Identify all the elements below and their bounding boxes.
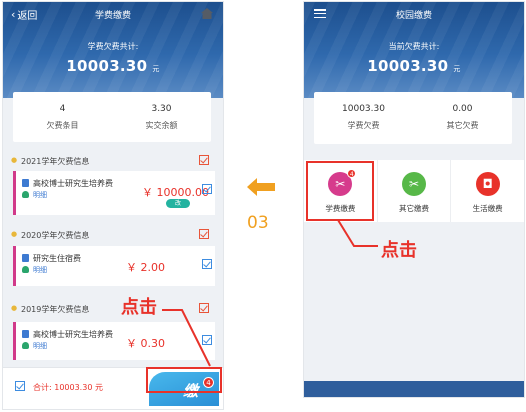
owed-amount: 10003.30 元 <box>3 57 223 75</box>
fee-amount: ￥ 2.00 <box>126 261 165 274</box>
tile-label: 生活缴费 <box>472 204 503 213</box>
fee-checkbox[interactable] <box>202 259 212 269</box>
summary-card: 10003.30 学费欠费 0.00 其它欠费 <box>314 92 512 144</box>
summary-item: 10003.30 学费欠费 <box>314 92 413 144</box>
home-icon[interactable] <box>200 7 214 20</box>
fee-name: 高校博士研究生培养费 <box>33 179 113 188</box>
bulb-icon: ● <box>11 304 18 312</box>
detail-link[interactable]: 明细 <box>33 341 47 351</box>
other-payment-tile[interactable]: ✂ 其它缴费 <box>378 160 452 222</box>
owed-amount: 10003.30 元 <box>304 57 524 75</box>
summary-item: 3.30 实交余额 <box>112 92 211 142</box>
edit-badge[interactable]: 改 <box>166 199 190 208</box>
select-all-checkbox[interactable] <box>15 381 25 391</box>
annotation-arrow <box>337 220 378 247</box>
summary-value: 10003.30 <box>342 104 385 114</box>
page-title: 学费缴费 <box>94 11 131 21</box>
select-year-checkbox[interactable] <box>199 229 209 239</box>
person-icon <box>22 266 29 273</box>
summary-label: 其它欠费 <box>446 121 479 130</box>
year-header: ● 2020学年欠费信息 <box>3 226 223 244</box>
bulb-icon: ● <box>11 230 18 238</box>
summary-card: 4 欠费条目 3.30 实交余额 <box>13 92 211 142</box>
fee-amount: ￥ 10000.00 <box>142 186 209 199</box>
owed-unit: 元 <box>453 65 461 73</box>
click-annotation: 点击 <box>121 297 157 318</box>
summary-item: 4 欠费条目 <box>13 92 112 142</box>
footer-strip <box>304 381 524 397</box>
year-title: 2020学年欠费信息 <box>21 231 90 240</box>
summary-label: 学费欠费 <box>347 121 380 130</box>
highlight-frame <box>146 367 222 393</box>
page-title: 校园缴费 <box>395 11 432 21</box>
summary-label: 实交余额 <box>145 121 178 130</box>
document-icon <box>22 330 29 338</box>
owed-label: 学费欠费共计: <box>87 42 139 51</box>
year-header: ● 2021学年欠费信息 <box>3 152 223 170</box>
step-number: 03 <box>247 213 269 233</box>
fee-item: 研究生住宿费 明细 ￥ 2.00 <box>13 246 215 286</box>
owed-label: 当前欠费共计: <box>388 42 440 51</box>
fee-name: 高校博士研究生培养费 <box>33 330 113 339</box>
summary-item: 0.00 其它欠费 <box>413 92 512 144</box>
highlight-frame <box>306 161 374 221</box>
top-bar: 校园缴费 <box>304 2 524 26</box>
owed-unit: 元 <box>152 65 160 73</box>
fee-item: 高校博士研究生培养费 明细 ￥ 10000.00 改 <box>13 171 215 215</box>
year-title: 2021学年欠费信息 <box>21 157 90 166</box>
summary-value: 0.00 <box>452 104 473 114</box>
detail-link[interactable]: 明细 <box>33 190 47 200</box>
scissors-icon: ✂ <box>402 172 426 196</box>
person-icon <box>22 191 29 198</box>
living-payment-tile[interactable]: ◘ 生活缴费 <box>451 160 524 222</box>
click-annotation: 点击 <box>381 240 417 261</box>
fee-name: 研究生住宿费 <box>33 254 81 263</box>
fee-checkbox[interactable] <box>202 184 212 194</box>
top-bar: ‹ 返回 学费缴费 <box>3 2 223 26</box>
document-icon <box>22 254 29 262</box>
select-year-checkbox[interactable] <box>199 155 209 165</box>
summary-value: 4 <box>59 104 66 114</box>
person-icon <box>22 342 29 349</box>
owed-amount-value: 10003.30 <box>66 57 148 75</box>
summary-label: 欠费条目 <box>46 121 79 130</box>
tutorial-canvas: ‹ 返回 学费缴费 学费欠费共计: 10003.30 元 4 欠费条目 3.30 … <box>0 0 526 412</box>
total-amount: 合计: 10003.30 元 <box>33 383 103 392</box>
year-title: 2019学年欠费信息 <box>21 305 90 314</box>
document-icon <box>22 179 29 187</box>
summary-value: 3.30 <box>151 104 172 114</box>
detail-link[interactable]: 明细 <box>33 265 47 275</box>
arrow-left-icon <box>247 178 275 196</box>
wallet-icon: ◘ <box>475 172 500 196</box>
annotation-arrow <box>162 309 211 367</box>
owed-amount-value: 10003.30 <box>367 57 449 75</box>
tile-label: 其它缴费 <box>399 204 429 213</box>
bulb-icon: ● <box>11 156 18 164</box>
